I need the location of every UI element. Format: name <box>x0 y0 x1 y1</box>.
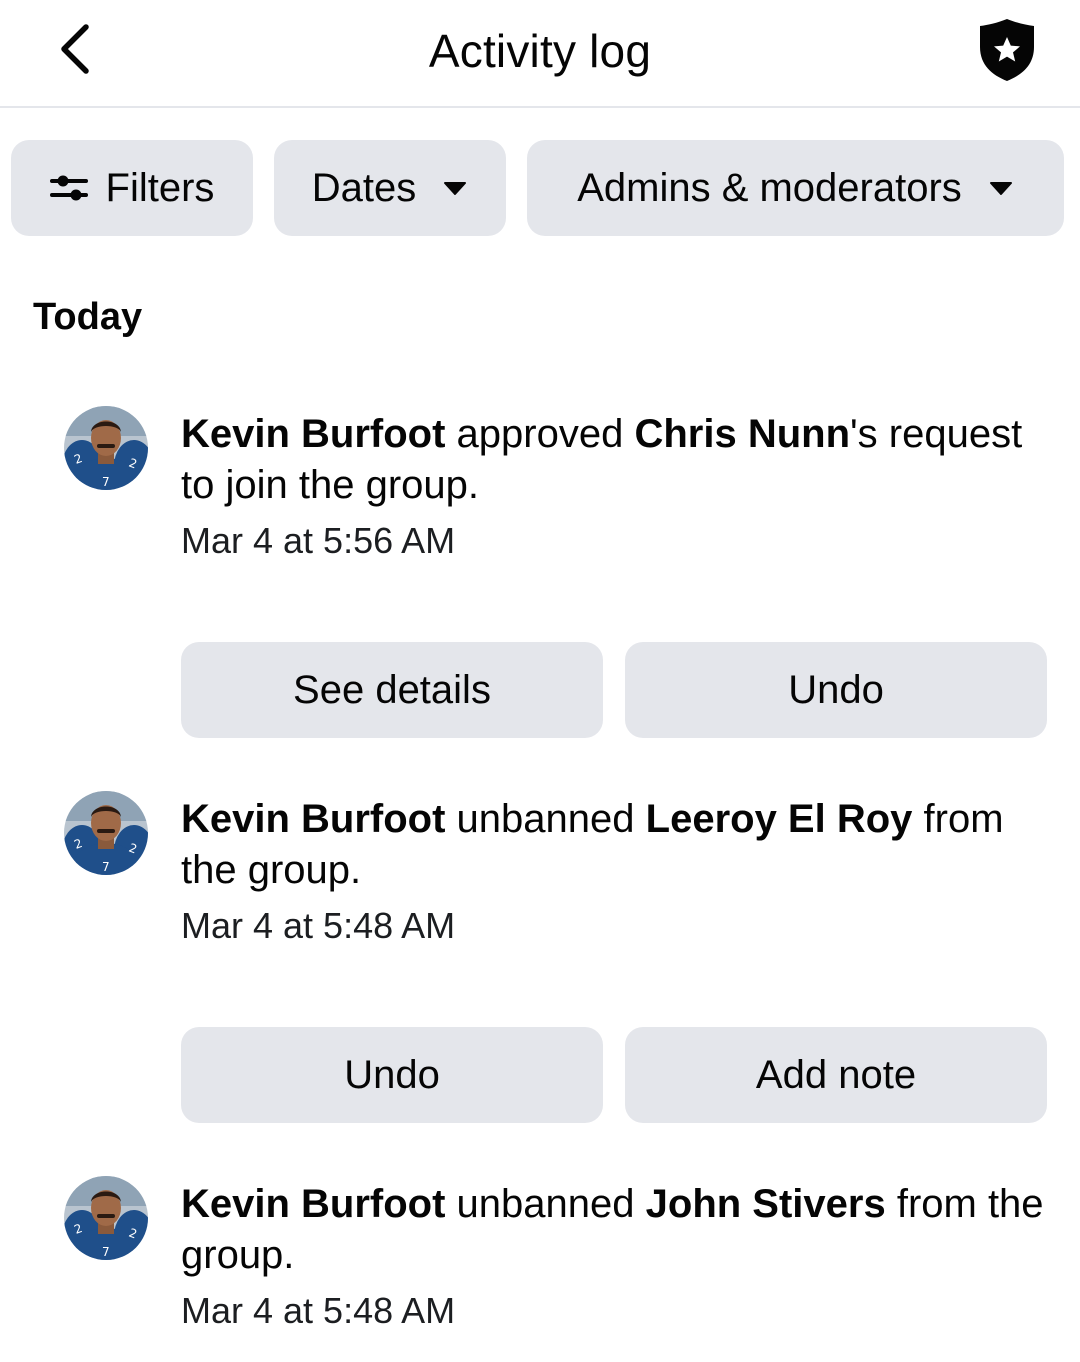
target-name[interactable]: Chris Nunn <box>634 412 850 456</box>
activity-timestamp: Mar 4 at 5:48 AM <box>181 1290 456 1331</box>
page-title: Activity log <box>428 25 652 77</box>
caret-down-icon <box>988 180 1014 196</box>
actor-name[interactable]: Kevin Burfoot <box>181 797 445 841</box>
target-name[interactable]: Leeroy El Roy <box>646 797 913 841</box>
activity-timestamp: Mar 4 at 5:56 AM <box>181 520 456 561</box>
dates-dropdown[interactable]: Dates <box>274 140 506 236</box>
undo-button[interactable]: Undo <box>625 642 1047 738</box>
activity-description: Kevin Burfoot unbanned John Stivers from… <box>181 1179 1061 1281</box>
see-details-button[interactable]: See details <box>181 642 603 738</box>
avatar[interactable]: 2 2 7 <box>64 1176 148 1260</box>
add-note-button[interactable]: Add note <box>625 1027 1047 1123</box>
shield-star-icon <box>977 17 1037 88</box>
filters-chip[interactable]: Filters <box>11 140 253 236</box>
admins-moderators-dropdown[interactable]: Admins & moderators <box>527 140 1064 236</box>
filters-label: Filters <box>105 165 215 210</box>
sliders-icon <box>49 173 88 203</box>
activity-verb: unbanned <box>445 1182 646 1226</box>
activity-description: Kevin Burfoot unbanned Leeroy El Roy fro… <box>181 794 1061 896</box>
admins-label: Admins & moderators <box>577 165 962 210</box>
caret-down-icon <box>442 180 468 196</box>
undo-button[interactable]: Undo <box>181 1027 603 1123</box>
actor-name[interactable]: Kevin Burfoot <box>181 1182 445 1226</box>
activity-timestamp: Mar 4 at 5:48 AM <box>181 905 456 946</box>
admin-tools-button[interactable] <box>974 18 1040 86</box>
avatar[interactable]: 2 2 7 <box>64 406 148 490</box>
top-bar: Activity log <box>0 0 1080 108</box>
avatar[interactable]: 2 2 7 <box>64 791 148 875</box>
activity-description: Kevin Burfoot approved Chris Nunn's requ… <box>181 409 1061 511</box>
activity-verb: unbanned <box>445 797 646 841</box>
actor-name[interactable]: Kevin Burfoot <box>181 412 445 456</box>
activity-verb: approved <box>445 412 635 456</box>
target-name[interactable]: John Stivers <box>646 1182 886 1226</box>
svg-text:7: 7 <box>102 475 110 489</box>
section-heading-today: Today <box>33 296 143 338</box>
svg-text:7: 7 <box>102 1245 110 1259</box>
dates-label: Dates <box>311 165 417 210</box>
svg-text:7: 7 <box>102 860 110 874</box>
